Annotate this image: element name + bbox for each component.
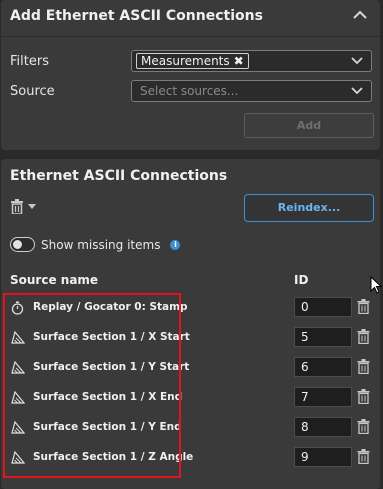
chevron-down-icon	[351, 57, 363, 65]
section-measure-icon	[11, 451, 25, 464]
source-name: Replay / Gocator 0: Stamp	[33, 301, 188, 313]
show-missing-label: Show missing items	[41, 237, 161, 252]
table-row: Replay / Gocator 0: Stamp 0	[1, 293, 380, 323]
trash-icon[interactable]	[357, 329, 370, 344]
column-header-id: ID	[294, 273, 309, 287]
chevron-up-icon	[353, 10, 367, 19]
source-placeholder: Select sources...	[140, 84, 239, 98]
trash-icon[interactable]	[357, 359, 370, 374]
caret-down-icon	[28, 204, 36, 209]
panel-divider	[1, 36, 380, 37]
chevron-down-icon	[351, 87, 363, 95]
source-name: Surface Section 1 / Y End	[33, 421, 182, 433]
id-input[interactable]: 0	[294, 297, 352, 317]
source-name: Surface Section 1 / Z Angle	[33, 451, 194, 463]
table-row: Surface Section 1 / Z Angle 9	[1, 443, 380, 473]
trash-icon[interactable]	[357, 299, 370, 314]
section-measure-icon	[11, 421, 25, 434]
id-input[interactable]: 8	[294, 417, 352, 437]
id-input[interactable]: 9	[294, 447, 352, 467]
table-row: Surface Section 1 / X End 7	[1, 383, 380, 413]
connections-panel: Ethernet ASCII Connections Reindex... Sh…	[1, 159, 380, 489]
source-select[interactable]: Select sources...	[131, 80, 372, 102]
stopwatch-icon	[11, 301, 24, 315]
section-measure-icon	[11, 331, 25, 344]
toggle-knob	[13, 240, 22, 249]
id-input[interactable]: 7	[294, 387, 352, 407]
source-label: Source	[10, 84, 55, 99]
id-input[interactable]: 5	[294, 327, 352, 347]
filter-chip-label: Measurements	[141, 54, 230, 68]
source-name: Surface Section 1 / Y Start	[33, 361, 190, 373]
show-missing-toggle[interactable]	[10, 237, 35, 252]
filter-chip-measurements: Measurements ✖	[136, 53, 249, 69]
table-row: Surface Section 1 / Y Start 6	[1, 353, 380, 383]
remove-chip-icon[interactable]: ✖	[234, 54, 244, 68]
trash-icon	[11, 199, 23, 214]
trash-icon[interactable]	[357, 389, 370, 404]
trash-icon[interactable]	[357, 449, 370, 464]
show-missing-row: Show missing items i	[10, 237, 181, 252]
section-measure-icon	[11, 391, 25, 404]
trash-icon[interactable]	[357, 419, 370, 434]
collapse-button[interactable]	[350, 4, 370, 24]
info-icon[interactable]: i	[170, 239, 181, 250]
table-row: Surface Section 1 / Y End 8	[1, 413, 380, 443]
add-button[interactable]: Add	[244, 113, 374, 138]
connections-panel-title: Ethernet ASCII Connections	[10, 168, 228, 184]
filters-select[interactable]: Measurements ✖	[131, 50, 372, 72]
reindex-button[interactable]: Reindex...	[244, 194, 374, 222]
section-measure-icon	[11, 361, 25, 374]
source-name: Surface Section 1 / X Start	[33, 331, 190, 343]
column-header-source: Source name	[10, 273, 99, 287]
filters-label: Filters	[10, 54, 49, 69]
delete-menu-button[interactable]	[10, 199, 36, 214]
source-name: Surface Section 1 / X End	[33, 391, 183, 403]
mouse-cursor-icon	[370, 276, 382, 294]
id-input[interactable]: 6	[294, 357, 352, 377]
add-connections-panel: Add Ethernet ASCII Connections Filters M…	[1, 0, 380, 150]
add-panel-title: Add Ethernet ASCII Connections	[10, 8, 263, 24]
table-row: Surface Section 1 / X Start 5	[1, 323, 380, 353]
